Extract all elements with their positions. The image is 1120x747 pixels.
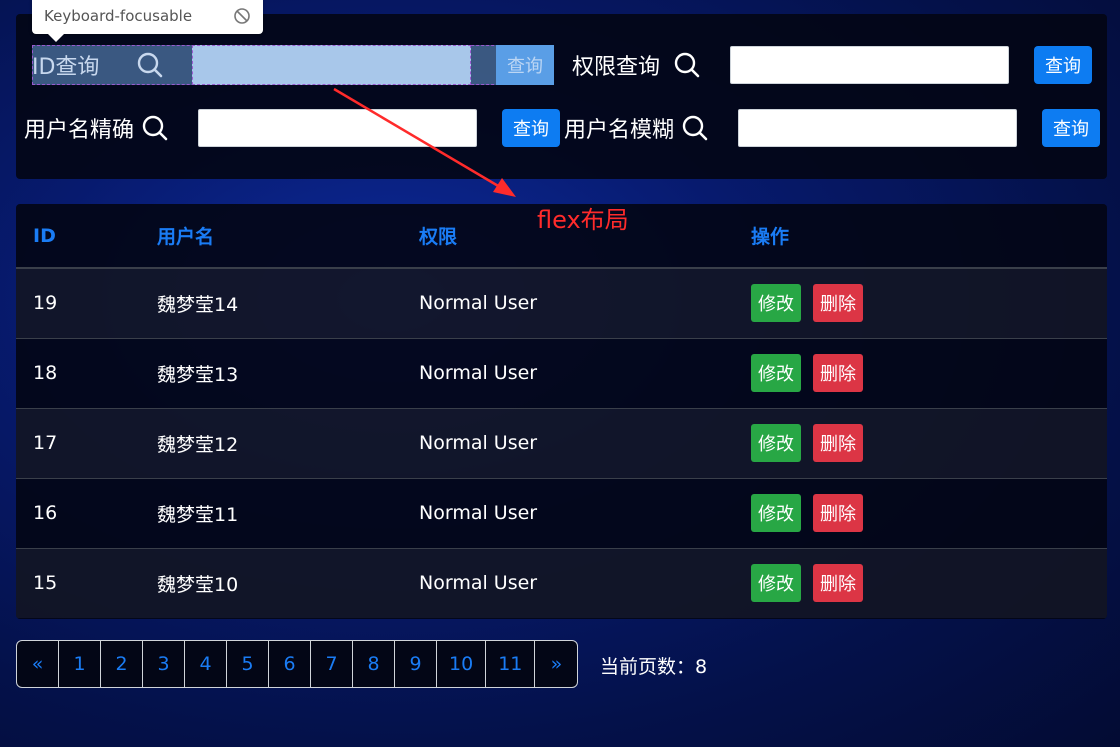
table-row: 19 魏梦莹14 Normal User 修改 删除 — [16, 267, 1107, 338]
tooltip-text: Keyboard-focusable — [44, 7, 193, 25]
search-panel: ID查询 查询 权限查询 查询 用户名精确 查询 用户名模糊 查询 — [16, 14, 1107, 179]
cell-username: 魏梦莹14 — [140, 267, 402, 338]
table-row: 17 魏梦莹12 Normal User 修改 删除 — [16, 407, 1107, 478]
cell-id: 19 — [16, 267, 140, 338]
annotation-label: flex布局 — [537, 206, 629, 234]
devtools-tooltip: Keyboard-focusable — [32, 0, 263, 42]
cell-actions: 修改 删除 — [734, 337, 1107, 408]
cell-actions: 修改 删除 — [734, 547, 1107, 618]
delete-button[interactable]: 删除 — [813, 424, 863, 462]
delete-button[interactable]: 删除 — [813, 354, 863, 392]
cell-id: 18 — [16, 337, 140, 408]
fuzzy-search-label: 用户名模糊 — [564, 118, 675, 143]
id-search-label: ID查询 — [32, 55, 100, 80]
perm-query-button[interactable]: 查询 — [1034, 46, 1092, 84]
perm-search-group: 权限查询 — [572, 46, 700, 84]
page-button-7[interactable]: 7 — [311, 641, 353, 687]
exact-search-group: 用户名精确 — [24, 109, 168, 147]
pagination: « 1 2 3 4 5 6 7 8 9 10 11 » — [16, 640, 579, 688]
edit-button[interactable]: 修改 — [751, 284, 801, 323]
page-prev-button[interactable]: « — [17, 641, 59, 687]
table-row: 18 魏梦莹13 Normal User 修改 删除 — [16, 337, 1107, 408]
fuzzy-query-button[interactable]: 查询 — [1042, 109, 1100, 147]
cell-actions: 修改 删除 — [734, 477, 1107, 548]
cell-username: 魏梦莹11 — [140, 477, 402, 548]
exact-search-input[interactable] — [198, 109, 477, 147]
cell-id: 16 — [16, 477, 140, 548]
edit-button[interactable]: 修改 — [751, 564, 801, 603]
ban-icon — [233, 7, 251, 25]
page-button-5[interactable]: 5 — [227, 641, 269, 687]
page-button-2[interactable]: 2 — [101, 641, 143, 687]
id-search-input[interactable] — [192, 45, 471, 85]
search-icon — [674, 52, 700, 78]
cell-actions: 修改 删除 — [734, 407, 1107, 478]
delete-button[interactable]: 删除 — [813, 564, 863, 603]
id-query-button[interactable]: 查询 — [496, 45, 554, 85]
col-header-username: 用户名 — [140, 204, 402, 269]
page-button-9[interactable]: 9 — [395, 641, 437, 687]
cell-role: Normal User — [402, 547, 734, 618]
cell-role: Normal User — [402, 407, 734, 478]
col-header-actions: 操作 — [734, 204, 1107, 269]
cell-role: Normal User — [402, 477, 734, 548]
cell-id: 17 — [16, 407, 140, 478]
page-button-8[interactable]: 8 — [353, 641, 395, 687]
exact-query-button[interactable]: 查询 — [502, 109, 560, 147]
perm-search-label: 权限查询 — [572, 55, 661, 80]
user-table: ID 用户名 权限 操作 19 魏梦莹14 Normal User 修改 删除 1… — [16, 204, 1107, 619]
table-row: 16 魏梦莹11 Normal User 修改 删除 — [16, 477, 1107, 548]
edit-button[interactable]: 修改 — [751, 424, 801, 462]
cell-username: 魏梦莹13 — [140, 337, 402, 408]
edit-button[interactable]: 修改 — [751, 494, 801, 532]
col-header-id: ID — [16, 204, 140, 269]
page-button-1[interactable]: 1 — [59, 641, 101, 687]
page-button-4[interactable]: 4 — [185, 641, 227, 687]
search-icon — [682, 115, 708, 141]
exact-search-label: 用户名精确 — [24, 118, 135, 143]
search-icon — [142, 115, 168, 141]
id-search-group: ID查询 — [32, 46, 163, 84]
delete-button[interactable]: 删除 — [813, 284, 863, 323]
page-button-10[interactable]: 10 — [437, 641, 487, 687]
table-row: 15 魏梦莹10 Normal User 修改 删除 — [16, 547, 1107, 618]
edit-button[interactable]: 修改 — [751, 354, 801, 392]
cell-username: 魏梦莹10 — [140, 547, 402, 618]
page-button-6[interactable]: 6 — [269, 641, 311, 687]
delete-button[interactable]: 删除 — [813, 494, 863, 532]
search-icon — [137, 52, 163, 78]
cell-actions: 修改 删除 — [734, 267, 1107, 338]
page-button-3[interactable]: 3 — [143, 641, 185, 687]
cell-role: Normal User — [402, 337, 734, 408]
page-button-11[interactable]: 11 — [486, 641, 536, 687]
current-page-label: 当前页数：8 — [600, 656, 708, 678]
fuzzy-search-input[interactable] — [738, 109, 1017, 147]
fuzzy-search-group: 用户名模糊 — [564, 109, 708, 147]
cell-id: 15 — [16, 547, 140, 618]
cell-username: 魏梦莹12 — [140, 407, 402, 478]
perm-search-input[interactable] — [730, 46, 1009, 84]
cell-role: Normal User — [402, 267, 734, 338]
page-next-button[interactable]: » — [535, 641, 577, 687]
